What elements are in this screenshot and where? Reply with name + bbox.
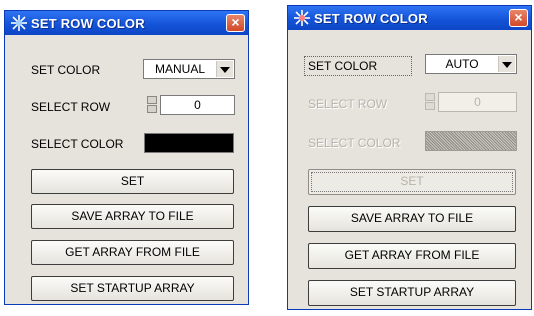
window-title: SET ROW COLOR [31,15,145,31]
select-color-label: SELECT COLOR [31,137,124,151]
set-color-label: SET COLOR [308,59,378,73]
select-color-swatch [425,131,517,151]
set-color-dropdown[interactable]: MANUAL [143,59,235,79]
save-array-button[interactable]: SAVE ARRAY TO FILE [31,204,234,229]
chevron-down-icon[interactable] [216,61,233,77]
select-color-swatch[interactable] [144,133,234,153]
select-color-label: SELECT COLOR [308,136,401,150]
select-row-label: SELECT ROW [31,100,111,114]
set-color-dropdown[interactable]: AUTO [425,54,517,74]
close-button[interactable]: × [509,9,528,27]
sparkle-icon [10,14,28,32]
set-startup-array-button[interactable]: SET STARTUP ARRAY [31,276,234,301]
set-color-value: AUTO [445,57,479,71]
titlebar: SET ROW COLOR × [288,6,531,30]
set-row-color-dialog-right: SET ROW COLOR × SET COLOR AUTO SELECT RO… [287,5,532,310]
chevron-down-icon[interactable] [498,56,515,72]
set-color-label: SET COLOR [31,63,101,77]
sparkle-icon [293,9,311,27]
select-row-label: SELECT ROW [308,97,388,111]
titlebar: SET ROW COLOR × [5,11,248,35]
spinner-icon[interactable] [147,96,157,114]
spinner-icon [425,93,435,111]
spinner-down [425,102,435,110]
select-row-input[interactable]: 0 [160,95,235,115]
spinner-down[interactable] [147,105,157,113]
set-row-color-dialog-left: SET ROW COLOR × SET COLOR MANUAL SELECT … [4,10,249,305]
set-button: SET [308,169,516,195]
save-array-button[interactable]: SAVE ARRAY TO FILE [308,206,516,232]
window-title: SET ROW COLOR [314,10,428,26]
get-array-button[interactable]: GET ARRAY FROM FILE [308,243,516,269]
select-row-input: 0 [438,92,517,112]
set-color-value: MANUAL [154,62,205,76]
get-array-button[interactable]: GET ARRAY FROM FILE [31,240,234,265]
spinner-up[interactable] [147,96,157,104]
close-button[interactable]: × [226,14,245,32]
spinner-up [425,93,435,101]
set-startup-array-button[interactable]: SET STARTUP ARRAY [308,280,516,306]
set-button[interactable]: SET [31,169,234,194]
